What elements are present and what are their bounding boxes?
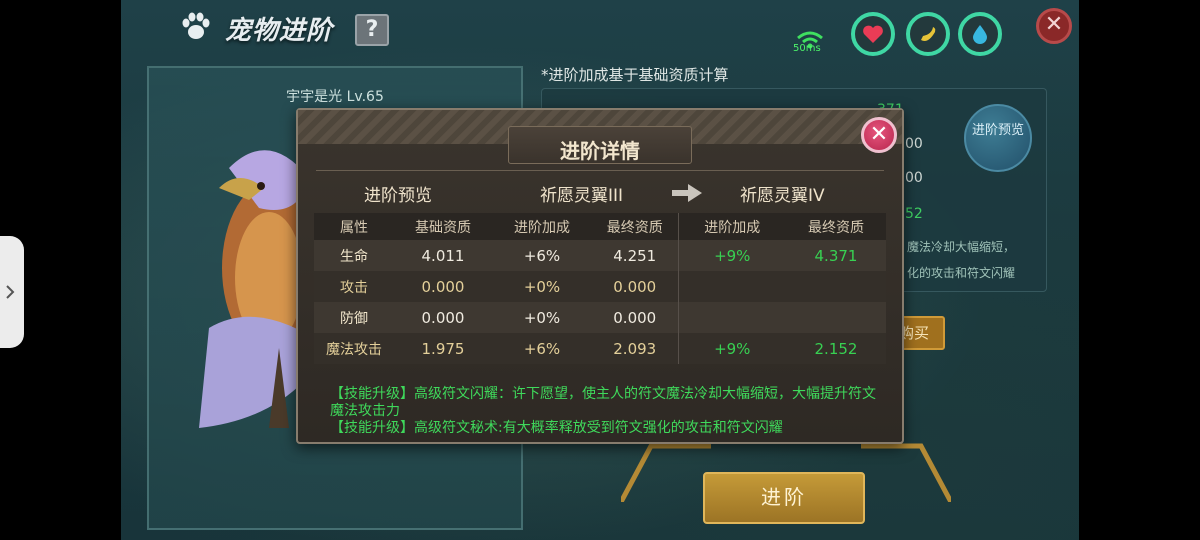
next-bonus-cell: +9% — [677, 333, 786, 364]
column-header: 基础资质 — [394, 213, 492, 240]
advance-preview-button[interactable]: 进阶预览 — [964, 104, 1032, 172]
paw-icon — [182, 12, 210, 39]
next-final-cell — [786, 271, 886, 302]
bonus-cell: +0% — [492, 271, 592, 302]
bg-value: 00 — [905, 170, 923, 186]
base-cell: 4.011 — [394, 240, 492, 271]
preview-label: 进阶预览 — [364, 186, 432, 206]
table-row: 攻击 0.000 +0% 0.000 — [314, 271, 886, 302]
help-button[interactable]: ? — [355, 14, 389, 46]
attr-cell: 生命 — [314, 240, 394, 271]
chevron-right-icon — [6, 285, 15, 299]
current-stage: 祈愿灵翼III — [540, 186, 624, 206]
page-title: 宠物进阶 — [225, 16, 334, 46]
final-cell: 0.000 — [592, 302, 678, 333]
next-bonus-cell — [677, 302, 786, 333]
bonus-cell: +6% — [492, 240, 592, 271]
pet-health-button[interactable] — [851, 12, 895, 56]
advance-detail-dialog: 进阶详情 ✕ 进阶预览 祈愿灵翼III 祈愿灵翼IV 属性 基础资质 进阶加成 … — [296, 108, 904, 444]
base-cell: 0.000 — [394, 302, 492, 333]
game-screen: 宠物进阶 ? 50ms ✕ 宇宇是光 Lv.65 *进阶加成基于基础资质计算 0… — [121, 0, 1079, 540]
bg-value: 00 — [905, 136, 923, 152]
next-final-cell: 2.152 — [786, 333, 886, 364]
dialog-title: 进阶详情 — [560, 139, 640, 163]
pet-name-level: 宇宇是光 Lv.65 — [286, 89, 384, 105]
pet-mana-button[interactable] — [958, 12, 1002, 56]
side-drawer-handle[interactable] — [0, 236, 24, 348]
next-stage: 祈愿灵翼IV — [740, 186, 825, 206]
column-header: 进阶加成 — [677, 213, 786, 240]
table-row: 魔法攻击 1.975 +6% 2.093 +9% 2.152 — [314, 333, 886, 364]
bg-value: 52 — [905, 206, 923, 222]
column-header: 属性 — [314, 213, 394, 240]
stats-table: 属性 基础资质 进阶加成 最终资质 进阶加成 最终资质 生命 4.011 +6%… — [314, 213, 886, 364]
final-cell: 4.251 — [592, 240, 678, 271]
ping-text: 50ms — [793, 43, 821, 54]
bonus-cell: +6% — [492, 333, 592, 364]
attr-cell: 攻击 — [314, 271, 394, 302]
skill-upgrade-text: 【技能升级】高级符文闪耀：许下愿望，使主人的符文魔法冷却大幅缩短，大幅提升符文魔… — [330, 386, 876, 419]
banana-icon — [921, 27, 936, 41]
next-final-cell — [786, 302, 886, 333]
bonus-cell: +0% — [492, 302, 592, 333]
attr-cell: 防御 — [314, 302, 394, 333]
table-row: 防御 0.000 +0% 0.000 — [314, 302, 886, 333]
close-page-button[interactable]: ✕ — [1036, 8, 1072, 44]
next-final-cell: 4.371 — [786, 240, 886, 271]
final-cell: 2.093 — [592, 333, 678, 364]
column-header: 最终资质 — [592, 213, 678, 240]
table-header-row: 属性 基础资质 进阶加成 最终资质 进阶加成 最终资质 — [314, 213, 886, 240]
bg-skill-text: 魔法冷却大幅缩短， — [907, 240, 1016, 254]
advance-button[interactable]: 进阶 — [703, 472, 865, 524]
water-drop-icon — [973, 25, 987, 44]
bg-skill-text: 化的攻击和符文闪耀 — [907, 266, 1016, 280]
divider — [316, 170, 884, 171]
heart-icon — [863, 25, 883, 43]
pet-loyalty-button[interactable] — [906, 12, 950, 56]
bonus-note: *进阶加成基于基础资质计算 — [541, 66, 729, 84]
base-cell: 1.975 — [394, 333, 492, 364]
arrow-right-icon — [672, 184, 702, 202]
column-header: 进阶加成 — [492, 213, 592, 240]
dialog-close-button[interactable]: ✕ — [861, 117, 897, 153]
table-row: 生命 4.011 +6% 4.251 +9% 4.371 — [314, 240, 886, 271]
skill-upgrade-text: 【技能升级】高级符文秘术:有大概率释放受到符文强化的攻击和符文闪耀 — [330, 420, 783, 436]
base-cell: 0.000 — [394, 271, 492, 302]
next-bonus-cell — [677, 271, 786, 302]
next-bonus-cell: +9% — [677, 240, 786, 271]
column-header: 最终资质 — [786, 213, 886, 240]
attr-cell: 魔法攻击 — [314, 333, 394, 364]
final-cell: 0.000 — [592, 271, 678, 302]
